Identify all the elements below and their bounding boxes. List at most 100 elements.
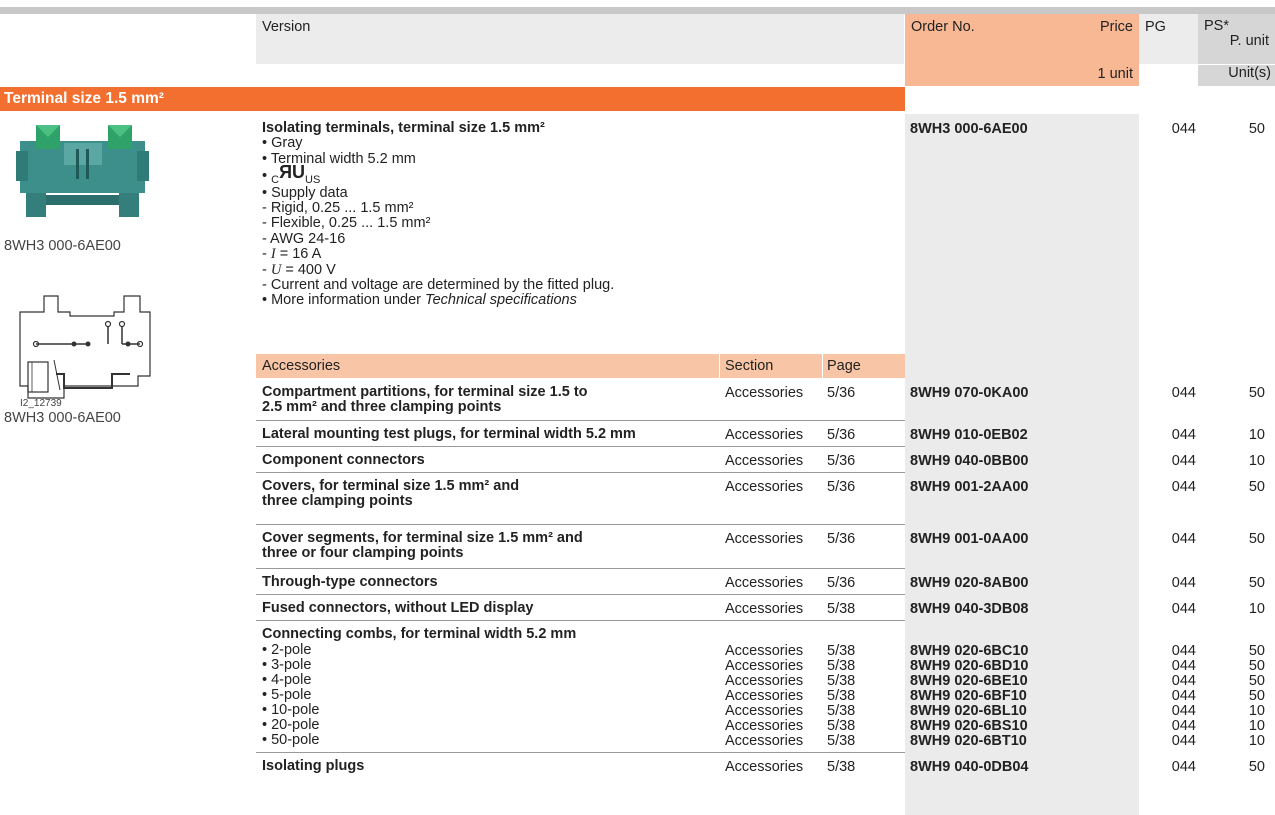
row-version-line1: Compartment partitions, for terminal siz… [262,384,588,400]
comb-order-number: 8WH9 020-6BL10 [910,703,1027,719]
diagram-id: I2_12739 [20,398,62,409]
row-separator [256,620,905,621]
accessories-header-page: Page [827,358,861,374]
row-ps: 50 [1248,531,1265,547]
row-version: Through-type connectors [262,574,438,590]
comb-pg: 044 [1171,673,1196,689]
row-page: 5/36 [827,385,856,401]
comb-page: 5/38 [827,718,856,734]
ul-bullet: • [262,168,268,185]
row-section: Accessories [725,479,804,495]
row-pg: 044 [1171,385,1196,401]
section-title-text: Terminal size 1.5 mm² [4,90,164,107]
spec-ul-approval: • CЯUUS [262,163,902,187]
header-version: Version [256,14,904,64]
row-pg: 044 [1171,531,1196,547]
row-order-number: 8WH9 040-0DB04 [910,759,1029,775]
comb-ps: 50 [1248,673,1265,689]
row-version: Covers, for terminal size 1.5 mm² and thr… [262,478,520,510]
spec-flexible: - Flexible, 0.25 ... 1.5 mm² [262,215,431,232]
comb-section: Accessories [725,733,804,749]
row-separator [256,524,905,525]
header-ps-label: PS* [1204,18,1229,34]
spec-awg: - AWG 24-16 [262,230,346,247]
header-ps-divider [1198,64,1275,65]
comb-order-number: 8WH9 020-6BE10 [910,673,1028,689]
header-pg-label: PG [1145,19,1166,35]
top-rule [0,7,1275,14]
ul-us-text: US [305,174,321,187]
row-section: Accessories [725,453,804,469]
header-ps-unit: Unit(s) [1228,65,1271,81]
row-ps: 50 [1248,759,1265,775]
row-separator [256,594,905,595]
header-order-no: Order No. [905,14,1030,86]
spec-current-dash: - [262,246,271,263]
row-version-line2: three clamping points [262,493,413,510]
spec-rigid: - Rigid, 0.25 ... 1.5 mm² [262,200,414,217]
technical-specifications-link[interactable]: Technical specifications [425,292,577,308]
row-version: Component connectors [262,452,425,468]
image-caption: 8WH3 000-6AE00 [4,238,121,254]
row-order-number: 8WH9 040-3DB08 [910,601,1029,617]
comb-section: Accessories [725,673,804,689]
row-page: 5/36 [827,427,856,443]
row-page: 5/36 [827,479,856,495]
comb-ps: 10 [1248,718,1265,734]
row-section: Accessories [725,575,804,591]
row-separator [256,420,905,421]
spec-supply-data: • Supply data [262,184,348,201]
header-price-unit: 1 unit [1097,66,1133,82]
ul-mark-text: ЯU [279,162,305,183]
row-ps: 50 [1248,575,1265,591]
row-ps: 50 [1248,385,1265,401]
row-page: 5/38 [827,759,856,775]
row-version: Compartment partitions, for terminal siz… [262,384,588,416]
spec-current: - I = 16 A [262,247,902,262]
row-ps: 10 [1248,427,1265,443]
row-section: Accessories [725,601,804,617]
acc-hdr-divider-1 [719,354,720,378]
row-order-number: 8WH9 001-0AA00 [910,531,1029,547]
row-order-number: 8WH9 040-0BB00 [910,453,1029,469]
diagram-caption: 8WH3 000-6AE00 [4,410,121,426]
header-ps: PS* P. unit Unit(s) [1198,14,1275,86]
row-separator [256,752,905,753]
row-version: Lateral mounting test plugs, for termina… [262,426,636,442]
row-version-line2: three or four clamping points [262,545,464,562]
spec-plug-note: - Current and voltage are determined by … [262,277,615,294]
row-version-line2: 2.5 mm² and three clamping points [262,399,502,416]
comb-section: Accessories [725,718,804,734]
comb-section: Accessories [725,658,804,674]
row-version: Isolating plugs [262,758,365,774]
comb-ps: 50 [1248,688,1265,704]
more-info-text: • More information under [262,292,426,309]
row-pg: 044 [1171,453,1196,469]
row-section: Accessories [725,427,804,443]
comb-pg: 044 [1171,718,1196,734]
main-order-number: 8WH3 000-6AE00 [910,121,1028,137]
comb-pg: 044 [1171,658,1196,674]
ul-c-text: C [271,174,280,187]
header-version-label: Version [262,19,311,35]
comb-order-number: 8WH9 020-6BD10 [910,658,1029,674]
row-ps: 10 [1248,453,1265,469]
header-ps-sub: P. unit [1229,33,1269,50]
comb-page: 5/38 [827,643,856,659]
row-version: Cover segments, for terminal size 1.5 mm… [262,530,583,562]
spec-width: • Terminal width 5.2 mm [262,150,416,167]
row-order-number: 8WH9 010-0EB02 [910,427,1028,443]
header-price-label: Price [1099,19,1133,35]
comb-ps: 10 [1248,733,1265,749]
comb-ps: 50 [1248,658,1265,674]
comb-page: 5/38 [827,673,856,689]
header-price: Price 1 unit [1030,14,1139,86]
row-page: 5/38 [827,601,856,617]
row-version-line1: Covers, for terminal size 1.5 mm² and [262,478,520,494]
comb-pg: 044 [1171,703,1196,719]
comb-pg: 044 [1171,643,1196,659]
spec-voltage-value: = 400 V [281,261,336,278]
comb-section: Accessories [725,643,804,659]
row-pg: 044 [1171,759,1196,775]
comb-order-number: 8WH9 020-6BC10 [910,643,1029,659]
